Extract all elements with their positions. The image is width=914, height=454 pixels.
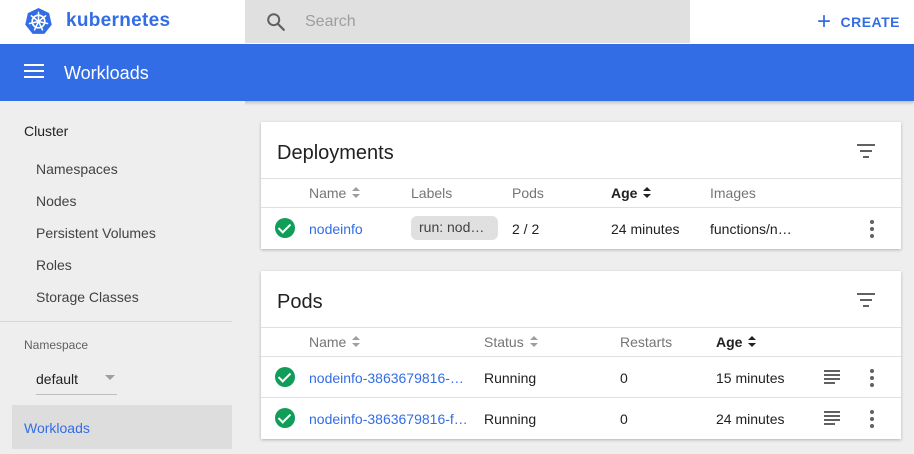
sort-icon xyxy=(352,187,361,199)
column-header-labels: Labels xyxy=(411,185,453,201)
namespace-select-value: default xyxy=(36,371,79,387)
sidebar-item-persistent-volumes[interactable]: Persistent Volumes xyxy=(36,225,156,241)
column-header-status[interactable]: Status xyxy=(484,334,538,350)
kubernetes-logo-icon[interactable] xyxy=(24,7,53,36)
title-bar: Workloads xyxy=(0,44,914,101)
check-circle-icon xyxy=(275,218,295,238)
sidebar-item-storage-classes[interactable]: Storage Classes xyxy=(36,289,139,305)
sort-icon xyxy=(643,187,652,199)
hamburger-menu-icon[interactable] xyxy=(24,64,44,80)
deployment-images: functions/n… xyxy=(710,221,792,237)
column-header-restarts: Restarts xyxy=(620,334,673,350)
pod-status: Running xyxy=(484,370,537,386)
brand-name[interactable]: kubernetes xyxy=(66,10,170,32)
search-icon xyxy=(267,13,285,31)
search-bar xyxy=(245,0,690,43)
create-button-label: CREATE xyxy=(840,14,900,30)
column-header-label: Status xyxy=(484,334,524,350)
column-header-name[interactable]: Name xyxy=(309,185,361,201)
sidebar-item-workloads-label: Workloads xyxy=(24,420,90,436)
column-header-label: Age xyxy=(716,334,743,350)
pods-title: Pods xyxy=(277,291,323,313)
divider xyxy=(261,207,901,208)
deployments-title: Deployments xyxy=(277,142,394,164)
filter-icon[interactable] xyxy=(857,293,875,307)
sidebar-item-nodes[interactable]: Nodes xyxy=(36,193,76,209)
plus-icon: + xyxy=(816,8,832,35)
namespace-label: Namespace xyxy=(24,338,89,352)
page-title: Workloads xyxy=(64,63,149,83)
logs-icon[interactable] xyxy=(824,411,840,425)
deployment-name-link[interactable]: nodeinfo xyxy=(309,221,399,237)
check-circle-icon xyxy=(275,408,295,428)
sidebar-item-workloads[interactable]: Workloads xyxy=(12,405,232,449)
label-chip: run: node… xyxy=(411,216,498,240)
pod-status: Running xyxy=(484,411,537,427)
divider xyxy=(261,356,901,357)
column-header-label: Age xyxy=(611,185,638,201)
divider xyxy=(261,397,901,398)
pod-name-link[interactable]: nodeinfo-3863679816-… xyxy=(309,370,469,386)
pods-count: 2 / 2 xyxy=(512,221,540,237)
pod-age: 24 minutes xyxy=(716,411,785,427)
pod-restarts: 0 xyxy=(620,411,628,427)
create-button[interactable]: + CREATE xyxy=(817,10,900,34)
sort-icon xyxy=(352,336,361,348)
sidebar: Cluster Namespaces Nodes Persistent Volu… xyxy=(0,101,245,454)
column-header-name[interactable]: Name xyxy=(309,334,361,350)
divider xyxy=(261,178,901,179)
sidebar-heading-cluster[interactable]: Cluster xyxy=(24,123,68,139)
search-input[interactable] xyxy=(305,0,675,43)
pod-restarts: 0 xyxy=(620,370,628,386)
pod-age: 15 minutes xyxy=(716,370,785,386)
column-header-age[interactable]: Age xyxy=(611,185,652,201)
column-header-age[interactable]: Age xyxy=(716,334,757,350)
sidebar-divider xyxy=(0,321,232,322)
column-header-pods: Pods xyxy=(512,185,544,201)
filter-icon[interactable] xyxy=(857,144,875,158)
column-header-images: Images xyxy=(710,185,756,201)
deployment-age: 24 minutes xyxy=(611,221,680,237)
namespace-select[interactable]: default xyxy=(36,363,117,395)
logs-icon[interactable] xyxy=(824,370,840,384)
check-circle-icon xyxy=(275,367,295,387)
column-header-label: Name xyxy=(309,185,347,201)
more-vert-icon[interactable] xyxy=(870,220,874,238)
pods-card: Pods Name Status Restarts Age nodeinfo-3… xyxy=(261,271,901,439)
column-header-label: Name xyxy=(309,334,347,350)
more-vert-icon[interactable] xyxy=(870,410,874,428)
sidebar-item-namespaces[interactable]: Namespaces xyxy=(36,161,118,177)
divider xyxy=(261,327,901,328)
top-bar: kubernetes + CREATE xyxy=(0,0,914,44)
pod-name-link[interactable]: nodeinfo-3863679816-f… xyxy=(309,411,469,427)
more-vert-icon[interactable] xyxy=(870,369,874,387)
sort-icon xyxy=(748,336,757,348)
deployments-card: Deployments Name Labels Pods Age Images … xyxy=(261,122,901,249)
sidebar-item-roles[interactable]: Roles xyxy=(36,257,72,273)
chevron-down-icon xyxy=(105,375,115,380)
sort-icon xyxy=(529,336,538,348)
